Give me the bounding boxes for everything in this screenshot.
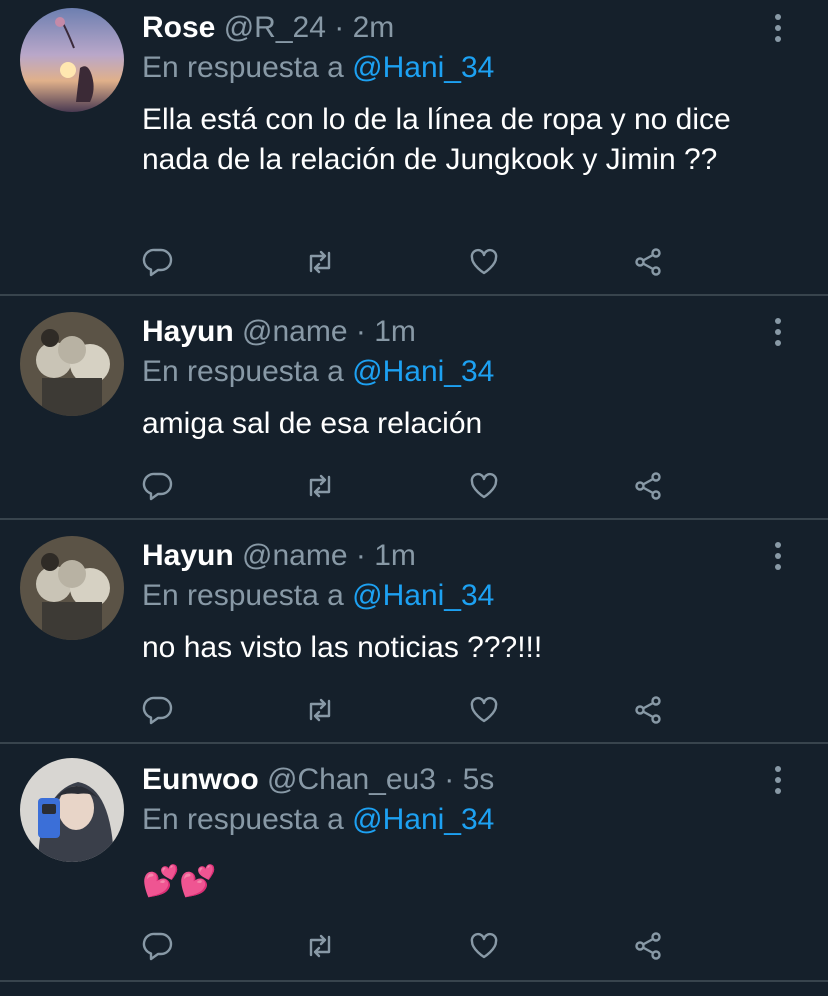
reply-button[interactable] [138, 690, 178, 730]
reply-context: En respuesta a @Hani_34 [142, 354, 494, 390]
heart-icon [470, 696, 498, 723]
action-bar [142, 690, 702, 730]
action-bar [142, 926, 702, 966]
reply-mention[interactable]: @Hani_34 [352, 803, 494, 836]
avatar[interactable] [20, 536, 124, 640]
display-name[interactable]: Hayun [142, 539, 234, 572]
reply-context: En respuesta a @Hani_34 [142, 50, 494, 86]
separator-dot: · [334, 11, 345, 44]
more-vertical-icon [775, 14, 781, 42]
tweet-text: no has visto las noticias ???!!! [142, 631, 543, 664]
share-button[interactable] [628, 466, 668, 506]
heart-icon [470, 932, 498, 959]
retweet-button[interactable] [300, 926, 340, 966]
comment-icon [142, 248, 173, 277]
like-button[interactable] [464, 242, 504, 282]
more-vertical-icon [775, 318, 781, 346]
reply-button[interactable] [138, 926, 178, 966]
share-icon [635, 248, 661, 276]
heart-icon [470, 472, 498, 499]
retweet-button[interactable] [300, 242, 340, 282]
tweet-text: Ella está con lo de la línea de ropa y n… [142, 103, 731, 176]
reply-mention[interactable]: @Hani_34 [352, 355, 494, 388]
reply-button[interactable] [138, 466, 178, 506]
more-options-button[interactable] [768, 538, 788, 574]
avatar-image [20, 8, 124, 112]
tweet[interactable]: Eunwoo @Chan_eu3 · 5s En respuesta a @Ha… [0, 744, 828, 982]
avatar[interactable] [20, 758, 124, 862]
like-button[interactable] [464, 690, 504, 730]
reply-context: En respuesta a @Hani_34 [142, 802, 494, 838]
user-handle[interactable]: @Chan_eu3 [267, 763, 436, 796]
timestamp[interactable]: 1m [374, 315, 416, 348]
user-handle[interactable]: @name [242, 539, 348, 572]
like-button[interactable] [464, 926, 504, 966]
reply-button[interactable] [138, 242, 178, 282]
share-icon [635, 696, 661, 724]
retweet-button[interactable] [300, 466, 340, 506]
action-bar [142, 466, 702, 506]
avatar-image [20, 536, 124, 640]
separator-dot: · [355, 315, 366, 348]
share-button[interactable] [628, 242, 668, 282]
more-options-button[interactable] [768, 762, 788, 798]
reply-prefix: En respuesta a [142, 579, 344, 612]
separator-dot: · [444, 763, 455, 796]
display-name[interactable]: Eunwoo [142, 763, 259, 796]
retweet-icon [309, 698, 331, 722]
avatar-image [20, 312, 124, 416]
user-handle[interactable]: @name [242, 315, 348, 348]
avatar[interactable] [20, 8, 124, 112]
share-button[interactable] [628, 690, 668, 730]
like-button[interactable] [464, 466, 504, 506]
action-bar [142, 242, 702, 282]
tweet[interactable]: Rose @R_24 · 2m En respuesta a @Hani_34 … [0, 0, 828, 296]
retweet-icon [309, 474, 331, 498]
comment-icon [142, 472, 173, 501]
retweet-icon [309, 934, 331, 958]
display-name[interactable]: Rose [142, 11, 215, 44]
reply-mention[interactable]: @Hani_34 [352, 579, 494, 612]
more-vertical-icon [775, 766, 781, 794]
retweet-button[interactable] [300, 690, 340, 730]
avatar[interactable] [20, 312, 124, 416]
avatar-image [20, 758, 124, 862]
more-vertical-icon [775, 542, 781, 570]
comment-icon [142, 696, 173, 725]
display-name[interactable]: Hayun [142, 315, 234, 348]
tweet-text: amiga sal de esa relación [142, 407, 483, 440]
reply-prefix: En respuesta a [142, 803, 344, 836]
reply-prefix: En respuesta a [142, 355, 344, 388]
tweet[interactable]: Hayun @name · 1m En respuesta a @Hani_34… [0, 296, 828, 520]
separator-dot: · [355, 539, 366, 572]
timestamp[interactable]: 2m [353, 11, 395, 44]
retweet-icon [309, 250, 331, 274]
reply-prefix: En respuesta a [142, 51, 344, 84]
user-handle[interactable]: @R_24 [224, 11, 326, 44]
reply-context: En respuesta a @Hani_34 [142, 578, 494, 614]
heart-icon [470, 248, 498, 275]
comment-icon [142, 932, 173, 961]
share-icon [635, 472, 661, 500]
tweet[interactable]: Hayun @name · 1m En respuesta a @Hani_34… [0, 520, 828, 744]
share-button[interactable] [628, 926, 668, 966]
share-icon [635, 932, 661, 960]
more-options-button[interactable] [768, 10, 788, 46]
timestamp[interactable]: 1m [374, 539, 416, 572]
timestamp[interactable]: 5s [463, 763, 495, 796]
reply-mention[interactable]: @Hani_34 [352, 51, 494, 84]
tweet-text: 💕💕 [142, 865, 217, 898]
more-options-button[interactable] [768, 314, 788, 350]
